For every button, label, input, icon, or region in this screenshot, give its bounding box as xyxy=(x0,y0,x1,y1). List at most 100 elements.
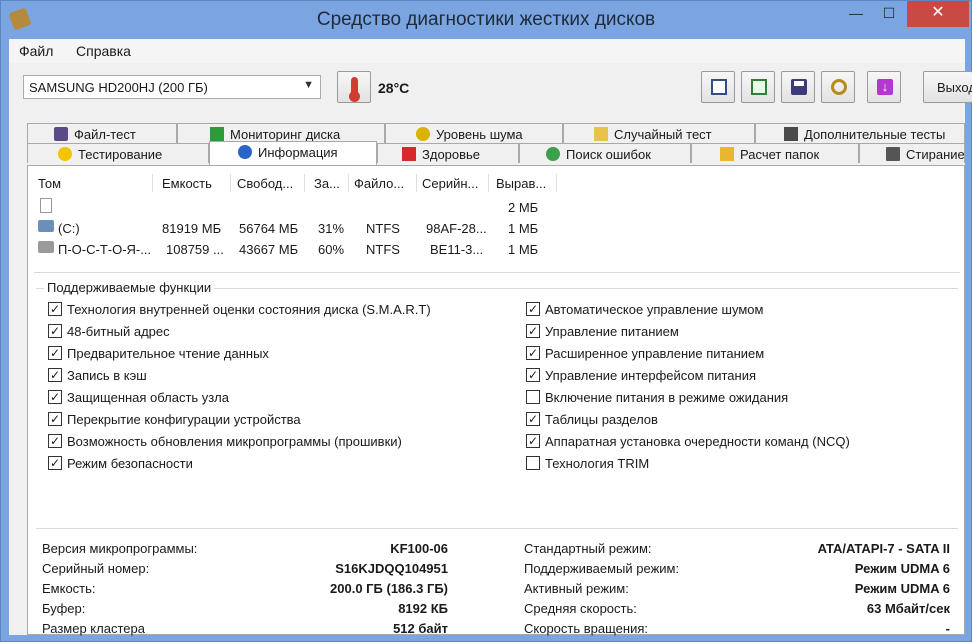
checkbox-checked[interactable]: ✓ xyxy=(48,302,62,316)
checkbox-checked[interactable]: ✓ xyxy=(526,434,540,448)
cell-alignment: 1 МБ xyxy=(508,242,539,257)
download-icon: ↓ xyxy=(877,79,893,95)
table-row[interactable]: (C:) 81919 МБ 56764 МБ 31% NTFS 98AF-28.… xyxy=(34,217,564,237)
tab-disk-monitoring[interactable]: Мониторинг диска xyxy=(177,123,385,143)
client-area: Файл Справка SAMSUNG HD200HJ (200 ГБ) ▼ … xyxy=(9,39,972,636)
title-bar: Средство диагностики жестких дисков — ☐ … xyxy=(1,1,971,39)
thermometer-bulb xyxy=(349,91,360,102)
tab-folder-calc[interactable]: Расчет папок xyxy=(691,143,859,163)
feature-label: Технология внутренней оценки состояния д… xyxy=(67,302,431,317)
save-button[interactable] xyxy=(781,71,815,103)
drive-select-value: SAMSUNG HD200HJ (200 ГБ) xyxy=(29,80,208,95)
bulb-icon xyxy=(58,147,72,161)
tab-error-scan[interactable]: Поиск ошибок xyxy=(519,143,691,163)
checkbox-unchecked[interactable] xyxy=(526,456,540,470)
checkbox-checked[interactable]: ✓ xyxy=(526,346,540,360)
close-button[interactable]: ✕ xyxy=(907,1,969,27)
tab-file-test[interactable]: Файл-тест xyxy=(27,123,177,143)
detail-row: Скорость вращения: - xyxy=(524,621,950,639)
detail-value: KF100-06 xyxy=(390,541,448,556)
checkbox-checked[interactable]: ✓ xyxy=(48,412,62,426)
table-row[interactable]: 2 МБ xyxy=(34,196,564,216)
drive-select[interactable]: SAMSUNG HD200HJ (200 ГБ) ▼ xyxy=(23,75,321,99)
maximize-button[interactable]: ☐ xyxy=(875,1,903,27)
tab-random-test[interactable]: Случайный тест xyxy=(563,123,755,143)
checkbox-checked[interactable]: ✓ xyxy=(526,412,540,426)
feature-label: Аппаратная установка очередности команд … xyxy=(545,434,850,449)
feature-label: Предварительное чтение данных xyxy=(67,346,269,361)
file-icon xyxy=(40,198,52,213)
information-panel: Том Емкость Свобод... За... Файло... Сер… xyxy=(27,165,965,636)
temperature-button[interactable] xyxy=(337,71,371,103)
detail-label: Версия микропрограммы: xyxy=(42,541,198,556)
cell-serial: 98AF-28... xyxy=(426,221,487,236)
checkbox-unchecked[interactable] xyxy=(526,390,540,404)
detail-label: Стандартный режим: xyxy=(524,541,652,556)
tab-label: Стирание xyxy=(906,147,965,162)
link-button[interactable] xyxy=(821,71,855,103)
col-capacity[interactable]: Емкость xyxy=(162,176,212,191)
table-row[interactable]: П-О-С-Т-О-Я-... 108759 ... 43667 МБ 60% … xyxy=(34,238,564,258)
tab-information[interactable]: Информация xyxy=(209,141,377,165)
column-separator xyxy=(416,174,417,192)
column-separator xyxy=(348,174,349,192)
col-used-pct[interactable]: За... xyxy=(314,176,340,191)
checkbox-checked[interactable]: ✓ xyxy=(526,324,540,338)
tab-testing[interactable]: Тестирование xyxy=(27,143,209,163)
cell-filesystem: NTFS xyxy=(366,221,400,236)
checkbox-checked[interactable]: ✓ xyxy=(48,324,62,338)
checkbox-checked[interactable]: ✓ xyxy=(48,368,62,382)
detail-label: Буфер: xyxy=(42,601,86,616)
menu-bar: Файл Справка xyxy=(9,39,965,63)
tab-health[interactable]: Здоровье xyxy=(377,143,519,163)
speaker-icon xyxy=(416,127,430,141)
cell-capacity: 81919 МБ xyxy=(162,221,222,236)
detail-row: Поддерживаемый режим: Режим UDMA 6 xyxy=(524,561,950,579)
cell-capacity: 108759 ... xyxy=(166,242,224,257)
tab-noise-level[interactable]: Уровень шума xyxy=(385,123,563,143)
checkbox-checked[interactable]: ✓ xyxy=(48,456,62,470)
cell-volume: П-О-С-Т-О-Я-... xyxy=(58,242,152,257)
cell-volume: (C:) xyxy=(58,221,80,236)
detail-value: Режим UDMA 6 xyxy=(854,581,950,596)
detail-label: Поддерживаемый режим: xyxy=(524,561,680,576)
feature-label: Режим безопасности xyxy=(67,456,193,471)
tab-label: Информация xyxy=(258,145,338,160)
file-test-icon xyxy=(54,127,68,141)
checkbox-checked[interactable]: ✓ xyxy=(48,390,62,404)
tab-additional-tests[interactable]: Дополнительные тесты xyxy=(755,123,965,143)
copy-report-button[interactable] xyxy=(741,71,775,103)
col-volume[interactable]: Том xyxy=(38,176,61,191)
checkbox-checked[interactable]: ✓ xyxy=(526,368,540,382)
col-serial[interactable]: Серийн... xyxy=(422,176,478,191)
tab-label: Файл-тест xyxy=(74,127,136,142)
column-separator xyxy=(556,174,557,192)
menu-help[interactable]: Справка xyxy=(76,43,131,59)
tab-label: Дополнительные тесты xyxy=(804,127,946,142)
tab-label: Мониторинг диска xyxy=(230,127,341,142)
checkbox-checked[interactable]: ✓ xyxy=(48,434,62,448)
detail-value: S16KJDQQ104951 xyxy=(335,561,448,576)
menu-file[interactable]: Файл xyxy=(19,43,53,59)
col-alignment[interactable]: Вырав... xyxy=(496,176,546,191)
detail-value: - xyxy=(945,621,950,636)
col-free[interactable]: Свобод... xyxy=(237,176,293,191)
supported-features-title: Поддерживаемые функции xyxy=(44,280,215,295)
feature-label: Перекрытие конфигурации устройства xyxy=(67,412,301,427)
copy-report-icon xyxy=(751,79,767,95)
detail-label: Активный режим: xyxy=(524,581,629,596)
column-separator xyxy=(152,174,153,192)
cell-alignment: 2 МБ xyxy=(508,200,539,215)
checkbox-checked[interactable]: ✓ xyxy=(526,302,540,316)
checkbox-checked[interactable]: ✓ xyxy=(48,346,62,360)
tab-erase[interactable]: Стирание xyxy=(859,143,965,163)
detail-row: Средняя скорость: 63 Мбайт/сек xyxy=(524,601,950,619)
detail-value: 512 байт xyxy=(393,621,448,636)
col-filesystem[interactable]: Файло... xyxy=(354,176,404,191)
tab-label: Тестирование xyxy=(78,147,163,162)
exit-button[interactable]: Выход xyxy=(923,71,972,103)
copy-info-button[interactable] xyxy=(701,71,735,103)
feature-label: Возможность обновления микропрограммы (п… xyxy=(67,434,402,449)
download-button[interactable]: ↓ xyxy=(867,71,901,103)
minimize-button[interactable]: — xyxy=(837,1,875,27)
